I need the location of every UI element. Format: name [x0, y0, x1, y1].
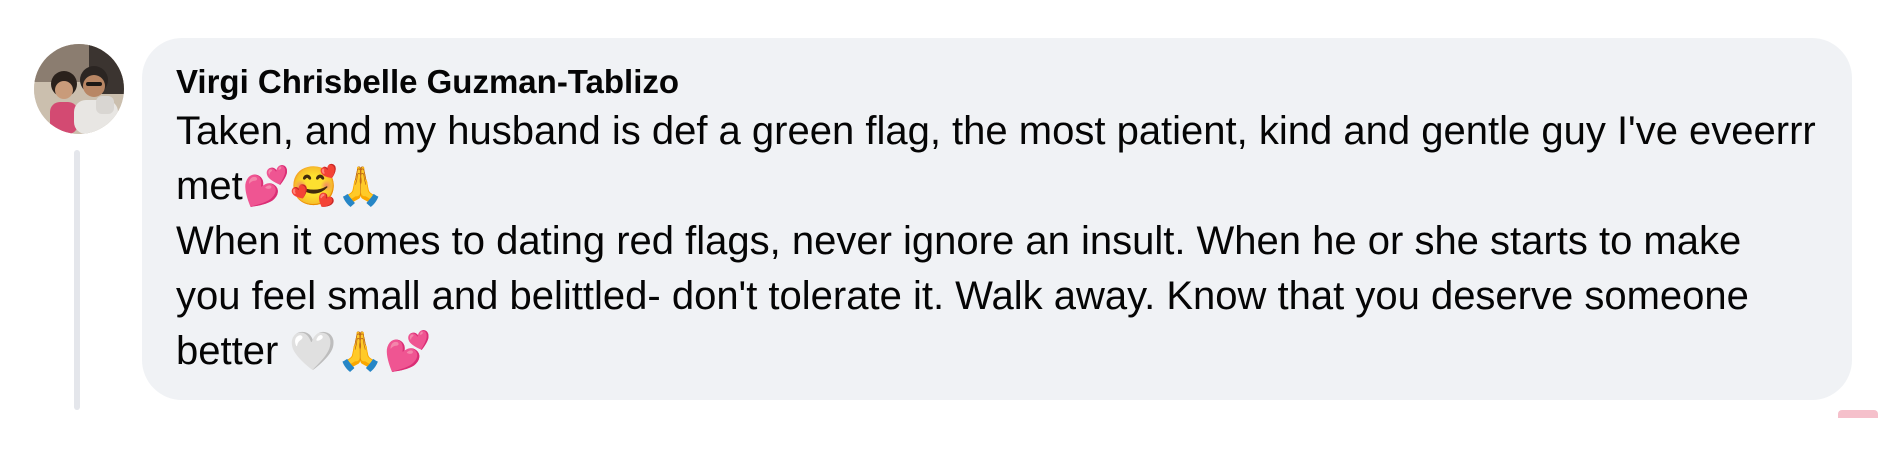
comment-paragraph-2-emojis: 🤍🙏💕 — [289, 329, 432, 373]
comment-paragraph-2: When it comes to dating red flags, never… — [176, 214, 1816, 379]
comment-paragraph-1-text: Taken, and my husband is def a green fla… — [176, 109, 1827, 208]
reaction-indicator — [1838, 410, 1878, 418]
comment-paragraph-1: Taken, and my husband is def a green fla… — [176, 104, 1816, 214]
comment-paragraph-1-emojis: 💕🥰🙏 — [242, 164, 385, 208]
profile-photo-icon — [34, 44, 124, 134]
avatar[interactable] — [34, 44, 124, 134]
comment-bubble: Virgi Chrisbelle Guzman-Tablizo Taken, a… — [142, 38, 1852, 400]
thread-line — [74, 150, 80, 410]
comment-author-name[interactable]: Virgi Chrisbelle Guzman-Tablizo — [176, 60, 1816, 104]
comment: Virgi Chrisbelle Guzman-Tablizo Taken, a… — [0, 0, 1898, 450]
